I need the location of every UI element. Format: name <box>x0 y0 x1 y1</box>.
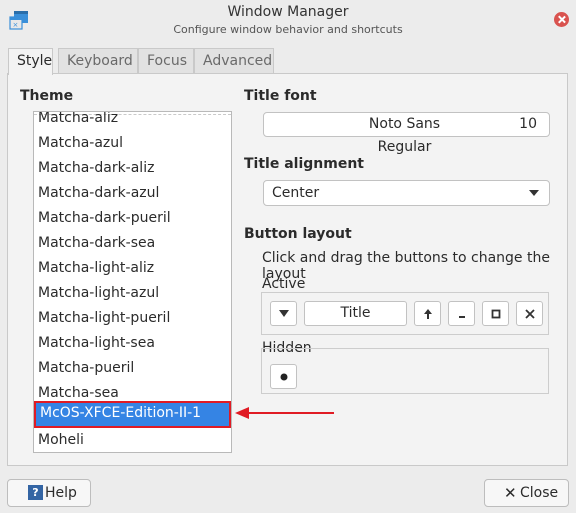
theme-item[interactable]: Matcha-dark-sea <box>38 231 155 256</box>
annotation-arrow-icon <box>235 407 334 419</box>
window-title: Window Manager <box>227 4 349 20</box>
help-label: Help <box>45 485 77 501</box>
theme-item[interactable]: Matcha-light-aliz <box>38 256 154 281</box>
layout-close-button[interactable] <box>516 301 543 326</box>
dot-icon <box>280 373 287 381</box>
title-alignment-select[interactable]: Center <box>263 180 550 206</box>
font-name-text: Noto Sans Regular <box>368 116 441 155</box>
theme-item[interactable]: Matcha-azul <box>38 131 123 156</box>
dropdown-arrow-icon <box>529 190 539 196</box>
close-x-icon: ✕ <box>504 484 517 502</box>
theme-label: Theme <box>20 88 74 104</box>
theme-item[interactable]: Matcha-light-azul <box>38 281 159 306</box>
layout-title-label: Title <box>340 305 371 321</box>
theme-item[interactable]: Matcha-dark-pueril <box>38 206 171 231</box>
tab-style[interactable]: Style <box>8 48 53 75</box>
theme-item-selected[interactable]: McOS-XFCE-Edition-II-1 <box>34 401 231 428</box>
theme-item[interactable]: Matcha-pueril <box>38 356 134 381</box>
title-font-button[interactable]: Noto Sans Regular 10 <box>263 112 550 155</box>
theme-item[interactable]: Matcha-dark-azul <box>38 181 159 206</box>
layout-title-button[interactable]: Title <box>304 301 407 326</box>
arrow-up-icon <box>423 309 432 319</box>
font-size-text: 10 <box>519 116 537 132</box>
triangle-down-icon <box>278 310 289 317</box>
button-layout-description: Click and drag the buttons to change the… <box>262 250 550 282</box>
tab-keyboard[interactable]: Keyboard <box>58 48 138 73</box>
tab-advanced[interactable]: Advanced <box>194 48 274 73</box>
theme-list[interactable]: Matcha-aliz Matcha-azul Matcha-dark-aliz… <box>33 111 232 453</box>
close-button[interactable]: ✕ Close <box>484 479 569 507</box>
tab-focus[interactable]: Focus <box>138 48 194 73</box>
theme-item[interactable]: Moheli <box>38 428 84 452</box>
theme-item[interactable]: Matcha-aliz <box>38 112 118 131</box>
help-icon: ? <box>28 485 43 500</box>
minimize-icon <box>458 316 465 318</box>
title-alignment-value: Center <box>272 185 320 201</box>
layout-menu-button[interactable] <box>270 301 297 326</box>
layout-minimize-button[interactable] <box>448 301 475 326</box>
active-group-label: Active <box>262 276 306 292</box>
maximize-icon <box>491 309 500 319</box>
close-label: Close <box>520 485 559 501</box>
layout-shade-button[interactable] <box>414 301 441 326</box>
button-layout-label: Button layout <box>244 226 352 242</box>
title-alignment-label: Title alignment <box>244 156 364 172</box>
layout-maximize-button[interactable] <box>482 301 509 326</box>
hidden-buttons-group <box>261 348 549 394</box>
title-font-label: Title font <box>244 88 317 104</box>
title-bar: × Window Manager Configure window behavi… <box>0 0 576 40</box>
close-icon <box>524 309 535 319</box>
window-close-button[interactable] <box>554 12 569 27</box>
layout-stick-button[interactable] <box>270 364 297 389</box>
theme-item[interactable]: Matcha-dark-aliz <box>38 156 154 181</box>
help-button[interactable]: ? Help <box>7 479 91 507</box>
theme-item[interactable]: Matcha-light-pueril <box>38 306 170 331</box>
theme-item[interactable]: Matcha-light-sea <box>38 331 155 356</box>
active-buttons-group: Title <box>261 292 549 335</box>
window-subtitle: Configure window behavior and shortcuts <box>173 23 403 36</box>
